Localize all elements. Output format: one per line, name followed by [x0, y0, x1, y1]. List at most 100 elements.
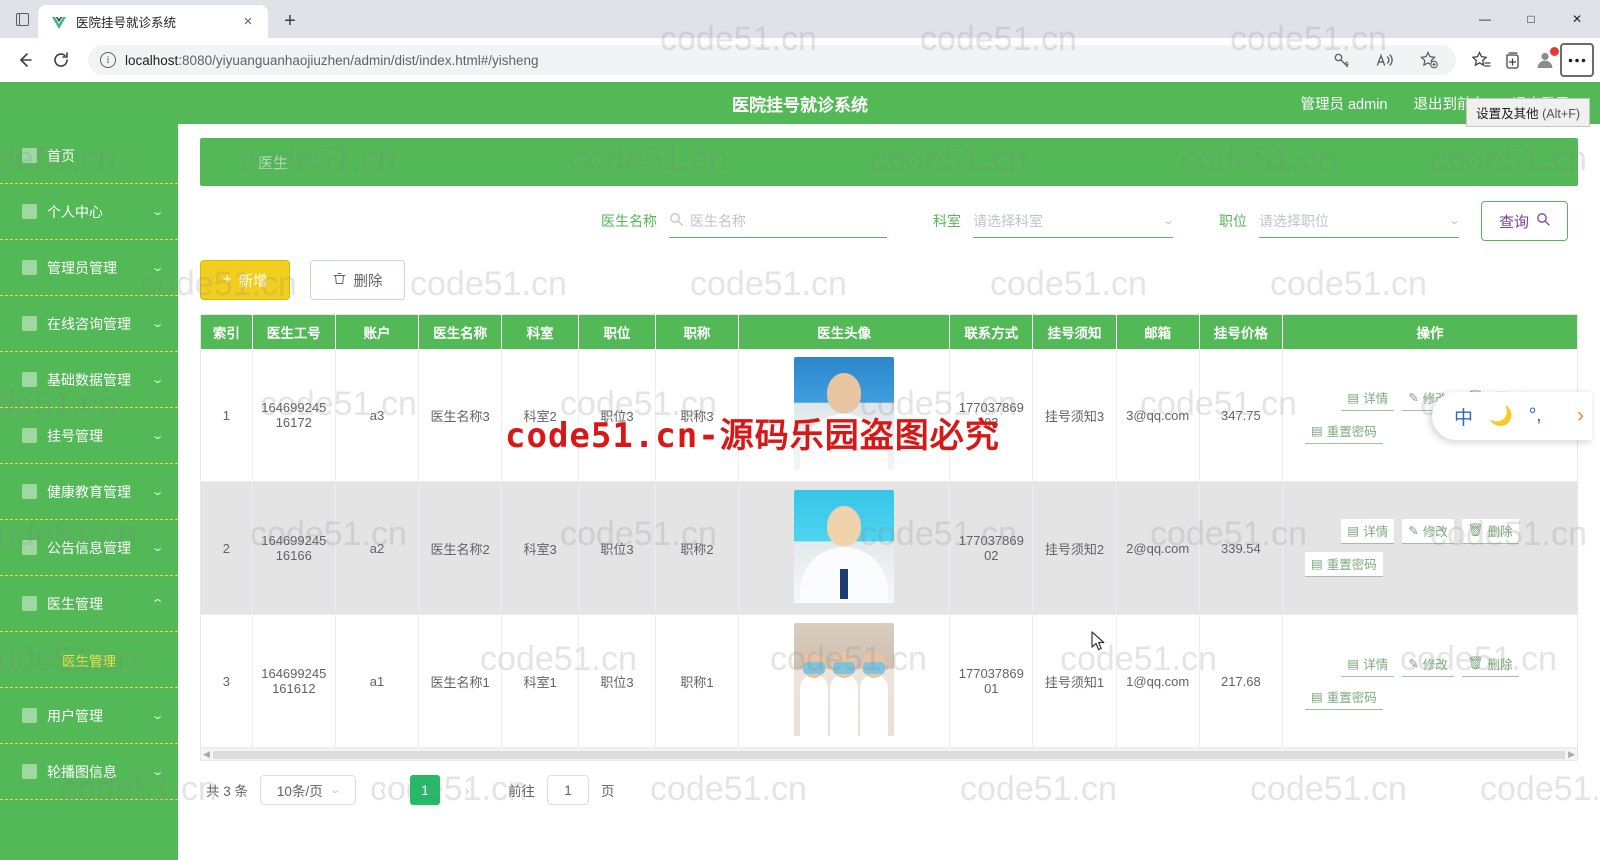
scroll-right-icon[interactable]: ▶ [1568, 749, 1575, 760]
app-header: 医院挂号就诊系统 管理员 admin 退出到前台 退出登录 [0, 82, 1600, 124]
sidebar-item-home[interactable]: 首页 [0, 128, 178, 184]
back-icon[interactable] [8, 43, 42, 77]
pencil-icon: ✎ [1408, 524, 1419, 538]
cell-work-id: 16469924516172 [252, 349, 336, 482]
prev-page-button[interactable]: ‹ [368, 775, 399, 805]
goto-page-input[interactable]: 1 [547, 775, 590, 805]
sidebar-item-label: 个人中心 [47, 203, 103, 220]
table-horizontal-scrollbar[interactable]: ◀ ▶ [201, 748, 1577, 760]
page-size-select[interactable]: 10条/页 ⌄ [260, 775, 357, 805]
edit-button[interactable]: ✎ 修改 [1402, 519, 1454, 544]
dept-select-placeholder: 请选择科室 [972, 212, 1043, 229]
col-department: 科室 [501, 315, 580, 349]
ime-toolbar[interactable]: 中 🌙 °, › [1432, 392, 1592, 440]
settings-and-more-button[interactable] [1560, 43, 1594, 77]
table-header-row: 索引 医生工号 账户 医生名称 科室 职位 职称 医生头像 联系方式 挂号须知 [201, 315, 1577, 349]
cell-notice: 挂号须知2 [1032, 481, 1117, 615]
cell-department: 科室1 [501, 614, 580, 748]
edit-button[interactable]: ✎ 修改 [1402, 652, 1454, 677]
profile-avatar[interactable] [1530, 45, 1560, 75]
moon-icon[interactable]: 🌙 [1489, 404, 1513, 428]
scrollbar-thumb[interactable] [212, 750, 1566, 759]
chevron-down-icon: ⌄ [150, 766, 165, 778]
sidebar-item-announcement[interactable]: 公告信息管理 ⌄ [0, 520, 178, 576]
window-close-button[interactable]: ✕ [1554, 0, 1600, 38]
sidebar-subitem-doctor-manage[interactable]: 医生管理 [0, 632, 178, 688]
new-tab-button[interactable]: + [276, 7, 304, 35]
vue-logo-icon [51, 14, 67, 30]
next-page-button[interactable]: › [452, 775, 483, 805]
ime-expand-arrow[interactable]: › [1577, 404, 1592, 428]
sidebar-item-label: 首页 [47, 147, 75, 164]
add-favorite-icon[interactable] [1414, 45, 1444, 75]
doctor-icon [22, 596, 37, 611]
detail-button[interactable]: ▤ 详情 [1341, 386, 1395, 411]
chevron-down-icon: ⌄ [150, 262, 165, 274]
col-doctor-name: 医生名称 [418, 315, 503, 349]
chevron-down-icon: ⌄ [150, 206, 165, 218]
delete-button[interactable]: 🗑删除 [1461, 652, 1519, 677]
filter-department: 科室 请选择科室 ⌄ [933, 204, 1175, 238]
scroll-left-icon[interactable]: ◀ [203, 749, 210, 760]
table-row[interactable]: 2 16469924516166 a2 医生名称2 科室3 职位3 职称2 17… [201, 481, 1577, 615]
query-button[interactable]: 查询 [1480, 201, 1568, 241]
browser-tab[interactable]: 医院挂号就诊系统 × [38, 5, 268, 38]
maximize-button[interactable]: □ [1508, 0, 1554, 38]
page-number-1[interactable]: 1 [410, 775, 441, 805]
search-input-placeholder: 医生名称 [689, 212, 746, 229]
reset-password-button[interactable]: ▤ 重置密码 [1304, 685, 1383, 710]
reload-icon[interactable] [44, 43, 78, 77]
tab-search-icon[interactable] [6, 4, 38, 34]
cell-account: a1 [335, 614, 420, 748]
batch-delete-button[interactable]: 删除 [310, 260, 406, 300]
dept-select[interactable]: 请选择科室 ⌄ [972, 204, 1175, 238]
sidebar-item-registration[interactable]: 挂号管理 ⌄ [0, 408, 178, 464]
batch-delete-label: 删除 [353, 273, 383, 290]
table-row[interactable]: 3 164699245161612 a1 医生名称1 科室1 职位3 职称1 1… [201, 614, 1577, 748]
sidebar-item-user-manage[interactable]: 用户管理 ⌄ [0, 688, 178, 744]
ime-mode-icon[interactable]: 中 [1454, 403, 1473, 430]
position-select[interactable]: 请选择职位 ⌄ [1258, 204, 1461, 238]
collections-icon[interactable] [1498, 45, 1528, 75]
sidebar-item-carousel[interactable]: 轮播图信息 ⌄ [0, 744, 178, 800]
detail-button[interactable]: ▤ 详情 [1341, 652, 1395, 677]
reset-password-button[interactable]: ▤ 重置密码 [1304, 552, 1383, 577]
sidebar-item-online-consult[interactable]: 在线咨询管理 ⌄ [0, 296, 178, 352]
table-row[interactable]: 1 16469924516172 a3 医生名称3 科室2 职位3 职称3 17… [201, 349, 1577, 482]
punctuation-icon[interactable]: °, [1529, 405, 1542, 427]
add-button-label: 新增 [238, 273, 268, 290]
chevron-down-icon: ⌄ [150, 374, 165, 386]
reset-password-button[interactable]: ▤ 重置密码 [1304, 419, 1383, 444]
minimize-button[interactable]: — [1462, 0, 1508, 38]
info-icon[interactable]: i [100, 52, 116, 68]
chevron-down-icon: ⌄ [150, 542, 165, 554]
sidebar-item-doctor-manage[interactable]: 医生管理 ⌃ [0, 576, 178, 632]
close-icon[interactable]: × [238, 12, 258, 32]
cell-title: 职称1 [655, 614, 740, 748]
cell-email: 2@qq.com [1116, 481, 1200, 615]
favorites-icon[interactable] [1466, 45, 1496, 75]
chevron-down-icon: ⌄ [1447, 215, 1461, 227]
cell-notice: 挂号须知3 [1032, 349, 1117, 482]
sidebar-item-personal-center[interactable]: 个人中心 ⌄ [0, 184, 178, 240]
sidebar-item-health-education[interactable]: 健康教育管理 ⌄ [0, 464, 178, 520]
key-icon[interactable] [1326, 45, 1356, 75]
tab-title: 医院挂号就诊系统 [76, 16, 177, 30]
sidebar-item-basic-data[interactable]: 基础数据管理 ⌄ [0, 352, 178, 408]
admin-icon [22, 260, 37, 275]
read-aloud-icon[interactable] [1370, 45, 1400, 75]
address-bar[interactable]: i localhost:8080/yiyuanguanhaojiuzhen/ad… [88, 45, 1456, 75]
page-unit-label: 页 [601, 784, 615, 799]
detail-button[interactable]: ▤ 详情 [1341, 519, 1395, 544]
search-input[interactable]: 医生名称 [668, 204, 887, 238]
filter-label-name: 医生名称 [600, 213, 657, 229]
add-button[interactable]: + 新增 [200, 260, 291, 300]
sidebar-item-admin-manage[interactable]: 管理员管理 ⌄ [0, 240, 178, 296]
profile-alert-dot [1550, 47, 1559, 56]
delete-label: 删除 [1487, 658, 1513, 672]
window-controls: — □ ✕ [1462, 0, 1600, 38]
delete-button[interactable]: 🗑删除 [1461, 519, 1519, 544]
chevron-down-icon: ⌄ [150, 710, 165, 722]
cell-avatar [738, 614, 951, 748]
chevron-down-icon: ⌄ [150, 486, 165, 498]
